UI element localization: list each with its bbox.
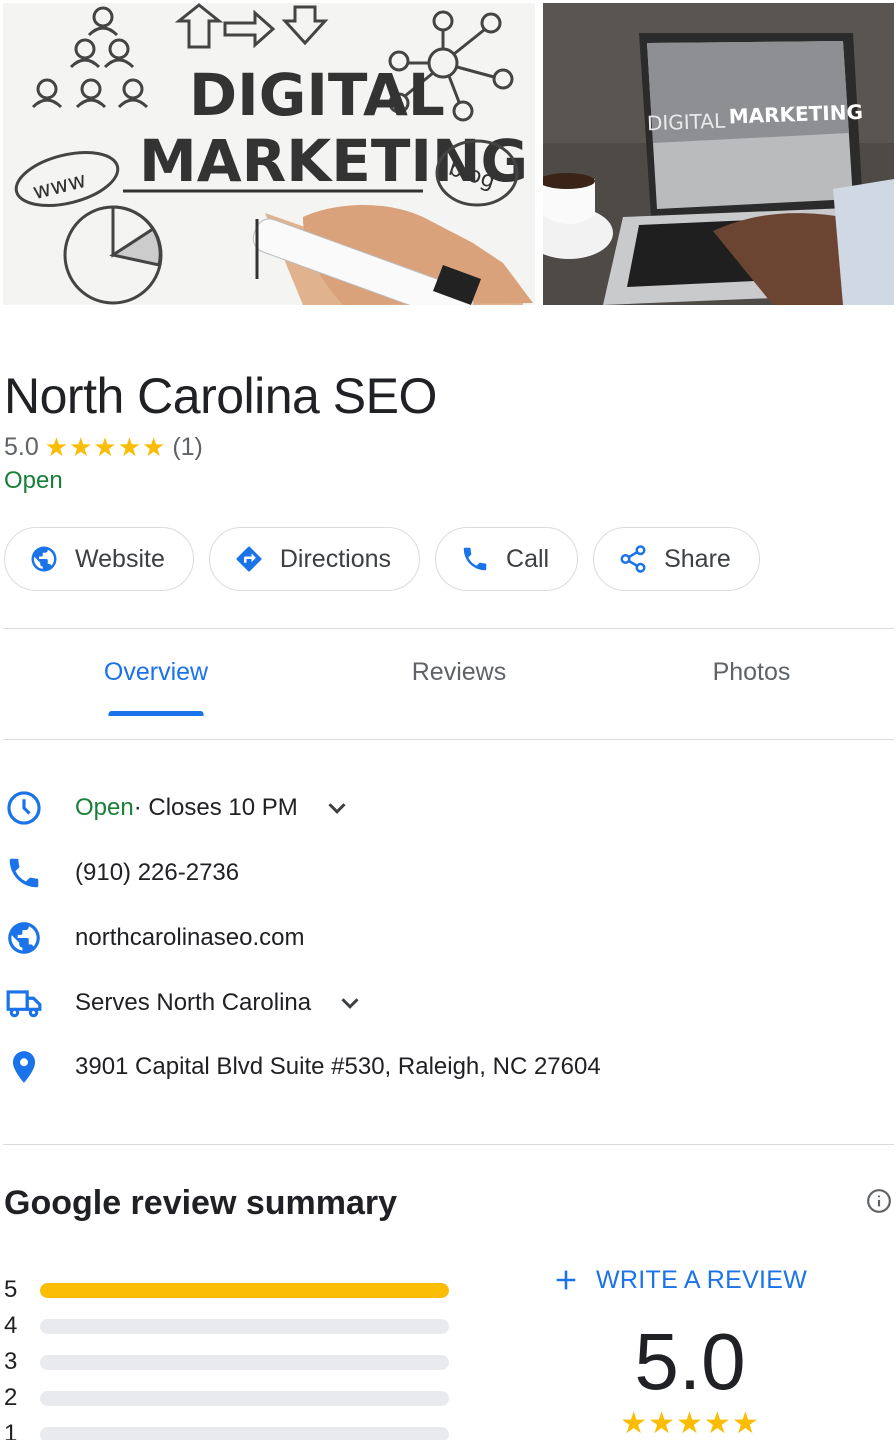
globe-icon xyxy=(8,922,40,954)
tab-reviews-label: Reviews xyxy=(411,657,507,686)
tab-photos[interactable]: Photos xyxy=(609,630,894,714)
website-link[interactable]: northcarolinaseo.com xyxy=(75,924,304,952)
hours-open-status: Open xyxy=(75,794,134,821)
call-button-label: Call xyxy=(506,544,550,573)
laptop-text-marketing: MARKETING xyxy=(728,100,863,129)
rating-bar-row[interactable]: 3 xyxy=(4,1344,454,1380)
rating-bar-track xyxy=(40,1318,449,1334)
tab-active-indicator xyxy=(108,711,204,716)
website-button-label: Website xyxy=(75,544,165,573)
review-count[interactable]: (1) xyxy=(172,433,203,462)
address-row[interactable]: 3901 Capital Blvd Suite #530, Raleigh, N… xyxy=(4,1045,884,1089)
rating-bar-row[interactable]: 1 xyxy=(4,1416,454,1440)
laptop-text-digital: DIGITAL xyxy=(647,109,727,136)
share-button-label: Share xyxy=(664,544,731,573)
tab-overview-label: Overview xyxy=(103,657,209,686)
service-area: Serves North Carolina xyxy=(75,989,312,1016)
website-button[interactable]: Website xyxy=(4,527,194,591)
hours-closing-time: · Closes 10 PM xyxy=(133,794,298,821)
directions-button[interactable]: Directions xyxy=(208,527,421,591)
info-icon[interactable] xyxy=(866,1188,892,1214)
tab-reviews[interactable]: Reviews xyxy=(309,630,609,714)
hours-row[interactable]: Open · Closes 10 PM xyxy=(4,786,884,830)
clock-icon xyxy=(7,791,41,825)
action-buttons: Website Directions Call Share xyxy=(4,527,775,591)
call-button[interactable]: Call xyxy=(435,527,579,591)
tab-photos-label: Photos xyxy=(712,657,791,686)
share-button[interactable]: Share xyxy=(593,527,760,591)
website-row[interactable]: northcarolinaseo.com xyxy=(4,916,884,960)
photo-gallery[interactable]: DIGITAL MARKETING www blog DIGITAL MARKE… xyxy=(3,3,894,305)
tab-overview[interactable]: Overview xyxy=(3,630,309,716)
rating-bar-track xyxy=(40,1354,449,1370)
photo-digital-marketing-whiteboard[interactable]: DIGITAL MARKETING www blog xyxy=(3,3,535,305)
chevron-down-icon[interactable] xyxy=(335,988,365,1018)
chevron-down-icon[interactable] xyxy=(322,793,352,823)
service-area-row[interactable]: Serves North Carolina xyxy=(4,981,884,1025)
average-rating-stars: ★★★★★ xyxy=(620,1407,760,1440)
photo-text-digital: DIGITAL xyxy=(189,61,445,129)
write-review-label: WRITE A REVIEW xyxy=(596,1265,808,1294)
rating-bar-label: 2 xyxy=(4,1384,18,1411)
globe-icon xyxy=(31,546,57,572)
directions-button-label: Directions xyxy=(279,544,392,573)
phone-row[interactable]: (910) 226-2736 xyxy=(4,851,884,895)
rating-bar-row[interactable]: 5 xyxy=(4,1272,454,1308)
rating-bar-row[interactable]: 4 xyxy=(4,1308,454,1344)
rating-bar-track xyxy=(40,1282,449,1298)
rating-bar-track xyxy=(40,1390,449,1406)
divider xyxy=(3,628,894,629)
review-summary-title: Google review summary xyxy=(4,1184,398,1222)
rating-value: 5.0 xyxy=(4,432,39,461)
tab-bar: Overview Reviews Photos xyxy=(3,630,894,740)
rating-bar-track xyxy=(40,1426,449,1440)
rating-distribution: 5 4 3 2 1 xyxy=(4,1272,454,1440)
business-name: North Carolina SEO xyxy=(4,368,437,424)
phone-number[interactable]: (910) 226-2736 xyxy=(75,859,239,887)
average-rating: 5.0 xyxy=(634,1317,746,1406)
write-review-button[interactable]: WRITE A REVIEW xyxy=(552,1262,807,1298)
phone-icon xyxy=(9,858,39,888)
share-icon xyxy=(620,545,646,573)
divider xyxy=(3,739,894,740)
rating-bar-label: 4 xyxy=(4,1312,18,1339)
address[interactable]: 3901 Capital Blvd Suite #530, Raleigh, N… xyxy=(75,1053,601,1081)
phone-icon xyxy=(463,547,487,571)
divider xyxy=(3,1144,894,1145)
rating-bar-label: 5 xyxy=(4,1276,18,1303)
rating-bar-fill xyxy=(40,1282,449,1298)
rating-bar-row[interactable]: 2 xyxy=(4,1380,454,1416)
location-pin-icon xyxy=(12,1051,36,1083)
photo-laptop-digital-marketing[interactable]: DIGITAL MARKETING xyxy=(543,3,894,305)
rating-bar-label: 3 xyxy=(4,1348,18,1375)
rating-summary[interactable]: 5.0 ★★★★★ (1) xyxy=(4,430,203,464)
rating-stars: ★★★★★ xyxy=(44,431,167,462)
plus-icon xyxy=(556,1270,576,1290)
rating-bar-label: 1 xyxy=(4,1420,18,1440)
truck-icon xyxy=(6,990,42,1018)
directions-icon xyxy=(236,546,262,572)
open-status: Open xyxy=(4,467,63,494)
